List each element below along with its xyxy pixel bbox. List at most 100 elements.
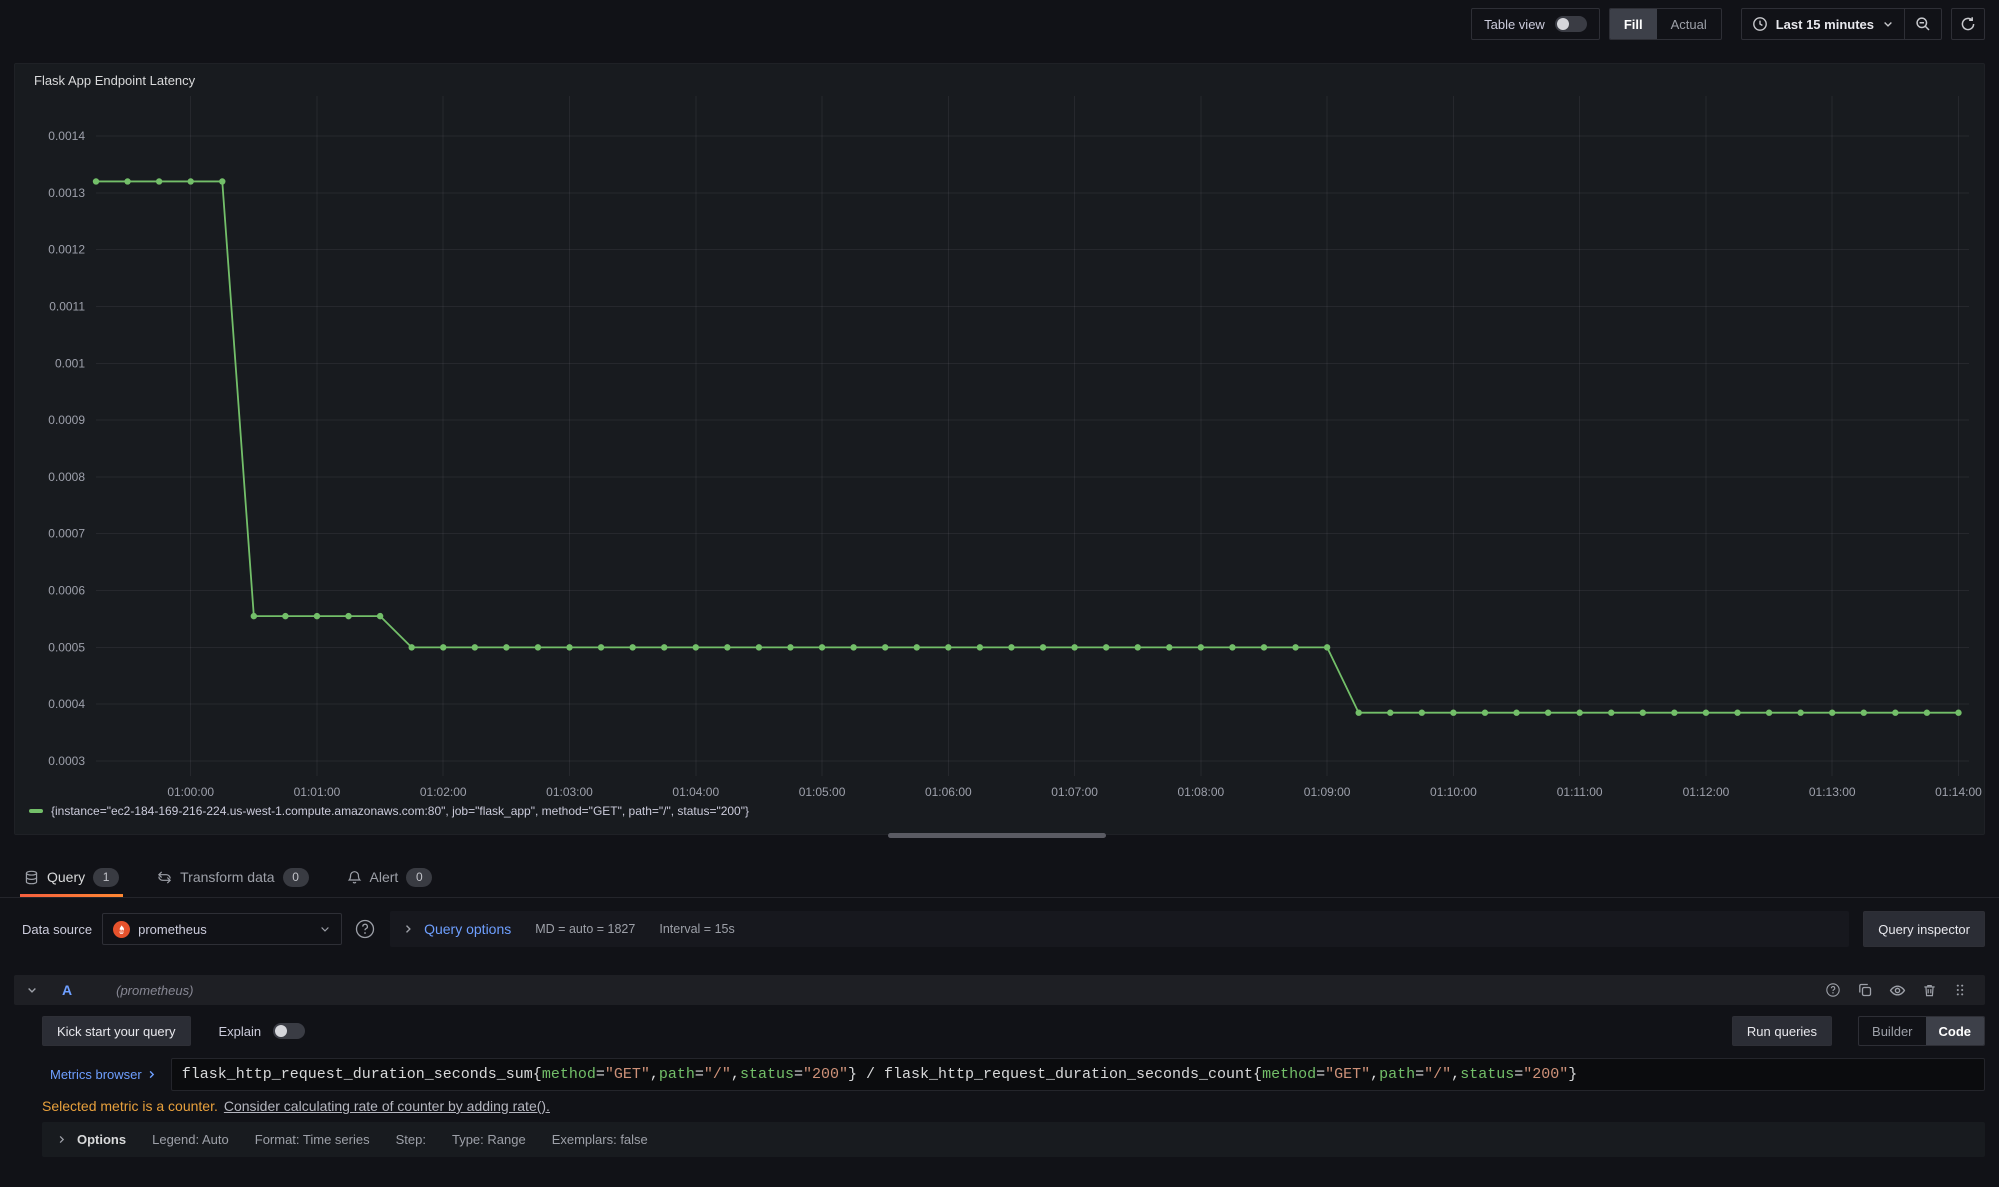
datasource-help-button[interactable] (350, 914, 380, 944)
svg-text:01:12:00: 01:12:00 (1683, 785, 1730, 799)
builder-button[interactable]: Builder (1859, 1017, 1925, 1045)
svg-text:01:06:00: 01:06:00 (925, 785, 972, 799)
svg-text:01:08:00: 01:08:00 (1178, 785, 1225, 799)
svg-text:01:05:00: 01:05:00 (799, 785, 846, 799)
zoom-out-icon (1915, 16, 1931, 32)
duplicate-icon[interactable] (1857, 982, 1873, 998)
query-row-header[interactable]: A (prometheus) (14, 975, 1985, 1005)
interval-summary: Interval = 15s (659, 922, 734, 936)
svg-text:0.0004: 0.0004 (48, 697, 85, 711)
legend-series-label: {instance="ec2-184-169-216-224.us-west-1… (51, 804, 749, 818)
actual-button[interactable]: Actual (1657, 9, 1721, 39)
svg-text:01:04:00: 01:04:00 (672, 785, 719, 799)
svg-text:0.0012: 0.0012 (48, 243, 85, 257)
options-label: Options (77, 1132, 126, 1147)
datasource-value: prometheus (138, 922, 311, 937)
chevron-right-icon (146, 1069, 157, 1080)
tab-badge: 0 (283, 868, 309, 887)
help-icon[interactable] (1825, 982, 1841, 998)
svg-text:0.0006: 0.0006 (48, 584, 85, 598)
datasource-picker[interactable]: prometheus (102, 913, 342, 945)
option-summary-format: Format: Time series (255, 1132, 370, 1147)
tab-label: Query (47, 869, 85, 885)
builder-code-switch: Builder Code (1858, 1016, 1985, 1046)
run-queries-button[interactable]: Run queries (1732, 1016, 1832, 1046)
code-button[interactable]: Code (1926, 1017, 1985, 1045)
svg-text:01:02:00: 01:02:00 (420, 785, 467, 799)
time-series-chart[interactable]: 0.0003 0.0004 0.0005 0.0006 0.0007 0.0008 0.00… (15, 94, 1986, 800)
svg-text:0.0013: 0.0013 (48, 186, 85, 200)
eye-icon[interactable] (1889, 982, 1906, 999)
svg-text:0.0009: 0.0009 (48, 413, 85, 427)
tab-badge: 1 (93, 868, 119, 887)
option-summary-type: Type: Range (452, 1132, 526, 1147)
explain-control: Explain (219, 1023, 306, 1039)
svg-text:0.0005: 0.0005 (48, 640, 85, 654)
explain-toggle[interactable] (273, 1023, 305, 1039)
table-view-control: Table view (1471, 8, 1600, 40)
clock-icon (1752, 16, 1768, 32)
svg-text:0.0008: 0.0008 (48, 470, 85, 484)
prometheus-icon (113, 921, 130, 938)
toolbar: Table view Fill Actual Last 15 minutes (0, 0, 1999, 48)
option-summary-legend: Legend: Auto (152, 1132, 229, 1147)
time-range-label: Last 15 minutes (1776, 17, 1874, 32)
svg-text:01:11:00: 01:11:00 (1557, 785, 1603, 799)
query-editor-toolbar: Kick start your query Explain Run querie… (42, 1016, 1985, 1046)
editor-tabs: Query 1 Transform data 0 Alert 0 (0, 857, 1999, 898)
svg-text:01:00:00: 01:00:00 (167, 785, 214, 799)
chevron-right-icon (56, 1134, 67, 1145)
warning-text: Selected metric is a counter. (42, 1098, 218, 1114)
legend-series-marker (29, 809, 43, 813)
tab-alert[interactable]: Alert 0 (343, 857, 437, 897)
editor-right-controls: Run queries Builder Code (1732, 1016, 1985, 1046)
svg-text:0.0003: 0.0003 (48, 754, 85, 768)
metrics-browser-link[interactable]: Metrics browser (50, 1067, 157, 1082)
zoom-out-button[interactable] (1905, 9, 1941, 39)
grafana-panel-edit-view: Table view Fill Actual Last 15 minutes (0, 0, 1999, 1187)
explain-label: Explain (219, 1024, 262, 1039)
fill-button[interactable]: Fill (1610, 9, 1657, 39)
svg-text:01:10:00: 01:10:00 (1430, 785, 1477, 799)
query-row-actions (1825, 982, 1985, 999)
options-toggle[interactable]: Options (56, 1132, 126, 1147)
query-datasource-hint: (prometheus) (116, 983, 193, 998)
svg-text:01:07:00: 01:07:00 (1051, 785, 1098, 799)
query-inspector-button[interactable]: Query inspector (1863, 911, 1985, 947)
query-options-toggle[interactable]: Query options (424, 921, 511, 937)
drag-handle-grip-icon[interactable] (1953, 983, 1967, 997)
svg-text:0.0007: 0.0007 (48, 527, 85, 541)
query-options-row: Options Legend: Auto Format: Time series… (42, 1122, 1985, 1157)
chevron-right-icon[interactable] (402, 923, 414, 935)
refresh-icon (1960, 16, 1976, 32)
tab-query[interactable]: Query 1 (20, 857, 123, 897)
time-controls: Last 15 minutes (1741, 8, 1942, 40)
datasource-bar: Data source prometheus Query options MD … (14, 910, 1985, 948)
warning-rate-link[interactable]: Consider calculating rate of counter by … (224, 1098, 550, 1114)
legend-item[interactable]: {instance="ec2-184-169-216-224.us-west-1… (29, 804, 749, 818)
chevron-down-icon (1882, 18, 1894, 30)
svg-text:01:01:00: 01:01:00 (294, 785, 341, 799)
svg-text:01:03:00: 01:03:00 (546, 785, 593, 799)
time-range-picker[interactable]: Last 15 minutes (1742, 9, 1904, 39)
collapse-chevron-icon[interactable] (26, 984, 38, 996)
chevron-down-icon (319, 923, 331, 935)
svg-text:0.001: 0.001 (55, 356, 85, 370)
table-view-toggle[interactable] (1555, 16, 1587, 32)
table-view-label: Table view (1484, 17, 1545, 32)
query-options-strip: Query options MD = auto = 1827 Interval … (390, 911, 1849, 947)
svg-text:01:14:00: 01:14:00 (1935, 785, 1982, 799)
transform-icon (157, 870, 172, 885)
latency-panel: Flask App Endpoint Latency 0.00030.00040… (14, 63, 1985, 835)
datasource-label: Data source (22, 922, 92, 937)
tab-transform-data[interactable]: Transform data 0 (153, 857, 312, 897)
trash-icon[interactable] (1922, 983, 1937, 998)
kick-start-query-button[interactable]: Kick start your query (42, 1016, 191, 1046)
option-summary-step: Step: (396, 1132, 426, 1147)
refresh-button[interactable] (1951, 8, 1985, 40)
panel-resize-handle[interactable] (888, 833, 1106, 838)
promql-expression[interactable]: flask_http_request_duration_seconds_sum{… (171, 1058, 1985, 1091)
fill-actual-switch: Fill Actual (1609, 8, 1722, 40)
option-summary-exemplars: Exemplars: false (552, 1132, 648, 1147)
query-ref-id: A (62, 982, 72, 998)
